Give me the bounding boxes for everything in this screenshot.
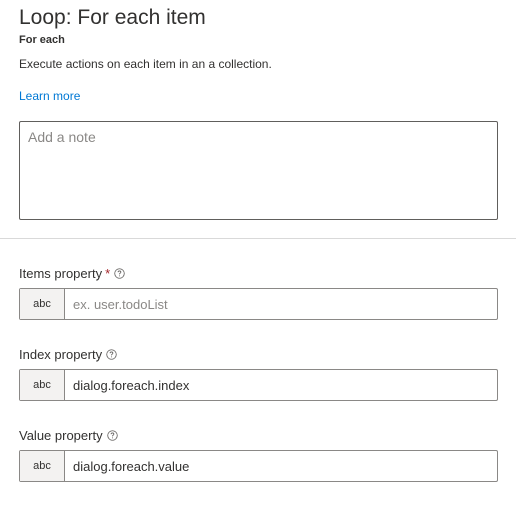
required-marker: *	[105, 266, 111, 281]
items-property-label: Items property *	[19, 266, 125, 281]
help-circle-icon[interactable]	[114, 268, 125, 279]
page-subtitle: For each	[19, 34, 65, 46]
section-divider	[0, 238, 516, 239]
note-textarea[interactable]	[19, 121, 498, 220]
index-property-label: Index property	[19, 347, 117, 362]
learn-more-link[interactable]: Learn more	[19, 89, 80, 103]
value-property-label: Value property	[19, 428, 118, 443]
value-property-input[interactable]	[65, 451, 497, 481]
index-property-field: abc	[19, 369, 498, 401]
items-type-selector[interactable]: abc	[20, 289, 65, 319]
help-circle-icon[interactable]	[106, 349, 117, 360]
index-type-selector[interactable]: abc	[20, 370, 65, 400]
items-property-label-text: Items property	[19, 266, 103, 281]
help-circle-icon[interactable]	[106, 430, 118, 441]
items-property-input[interactable]	[65, 289, 497, 319]
items-property-field: abc	[19, 288, 498, 320]
value-property-label-text: Value property	[19, 428, 103, 443]
value-type-selector[interactable]: abc	[20, 451, 65, 481]
page-title: Loop: For each item	[19, 6, 206, 29]
value-property-field: abc	[19, 450, 498, 482]
index-property-input[interactable]	[65, 370, 497, 400]
page-description: Execute actions on each item in an a col…	[19, 57, 272, 71]
index-property-label-text: Index property	[19, 347, 103, 362]
properties-panel: Loop: For each item For each Execute act…	[0, 0, 516, 506]
